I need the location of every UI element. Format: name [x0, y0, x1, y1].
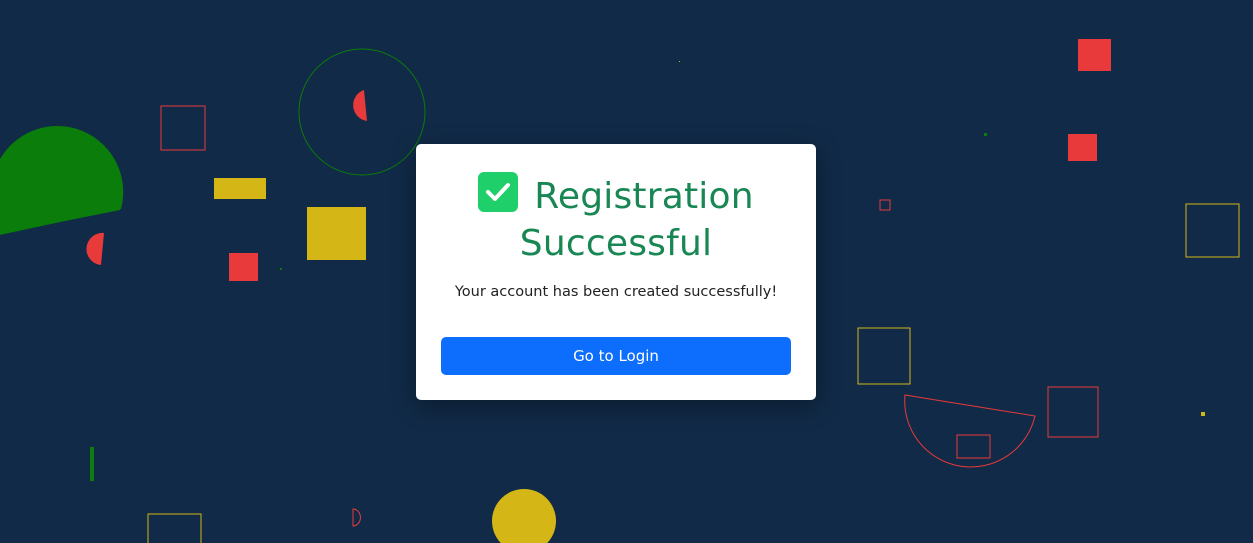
red-small-outline-rect [956, 434, 991, 459]
yellow-circle-shape [492, 489, 556, 543]
red-square-shape [229, 253, 258, 281]
page-title: Registration Successful [416, 172, 816, 267]
green-semicircle-fill [0, 125, 124, 235]
success-message: Your account has been created successful… [454, 284, 778, 300]
yellow-outline-rect-right [857, 327, 911, 385]
red-square-top-right [1078, 39, 1111, 71]
yellow-outline-square-right [1185, 203, 1240, 258]
page-background: Registration Successful Your account has… [0, 0, 1253, 543]
red-outline-square-right [1047, 386, 1099, 438]
green-line-shape [90, 447, 94, 481]
yellow-dot-shape [679, 61, 680, 62]
yellow-outline-square [147, 513, 202, 543]
go-to-login-button[interactable]: Go to Login [441, 337, 791, 375]
red-outline-square [160, 105, 206, 151]
check-box-icon [478, 172, 519, 212]
red-tiny-outline-square [879, 199, 891, 211]
registration-success-card: Registration Successful Your account has… [416, 144, 816, 400]
red-semicircle-outline [904, 394, 1036, 468]
green-dot-right [984, 133, 987, 136]
yellow-square-shape [307, 207, 366, 260]
red-square-right [1068, 134, 1097, 161]
red-halfdisc-shape [353, 90, 367, 121]
red-small-halfdisc-outline [352, 508, 361, 527]
red-halfdisc-left-shape [86, 232, 104, 265]
green-dot-shape [280, 268, 282, 270]
yellow-dot-right [1201, 412, 1205, 416]
yellow-rect-shape [214, 178, 266, 199]
title-text: Registration Successful [519, 176, 754, 264]
